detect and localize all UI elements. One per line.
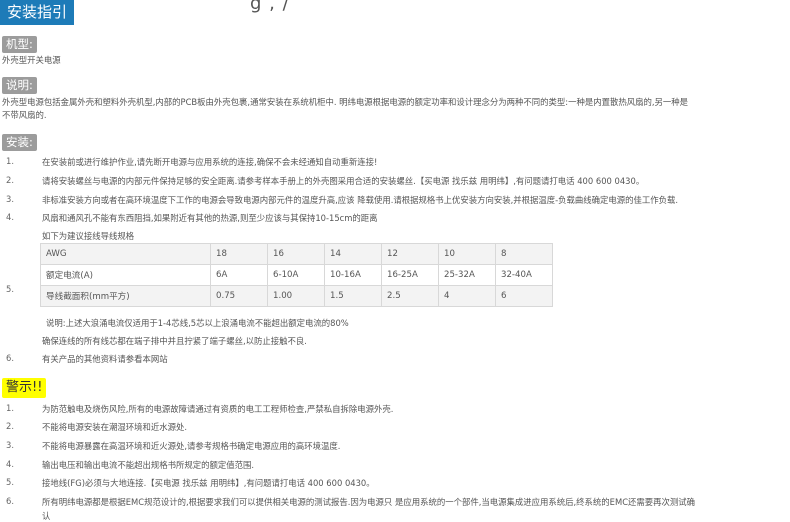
table-cell: 10-16A bbox=[324, 264, 382, 286]
warning-item-text: 输出电压和输出电流不能超出规格书所规定的额定值范围. bbox=[42, 460, 255, 470]
warning-item-text: 不能将电源暴露在高温环境和近火源处,请参考规格书确定电源应用的高环境温度. bbox=[42, 441, 341, 451]
table-cell: 14 bbox=[324, 243, 382, 265]
table-cell: 18 bbox=[210, 243, 268, 265]
table-cell: 8 bbox=[495, 243, 553, 265]
table-cell: 16 bbox=[267, 243, 325, 265]
install-item-text: 在安装前或进行维护作业,请先断开电源与应用系统的连接,确保不会未经通知自动重新连… bbox=[42, 157, 378, 167]
install-item-text: 风扇和通风孔不能有东西阻挡,如果附近有其他的热源,则至少应该与其保持10-15c… bbox=[42, 213, 378, 223]
install-item-text: 有关产品的其他资料请参看本网站 bbox=[42, 354, 168, 364]
clipped-heading-fragment: g , / bbox=[250, 0, 290, 14]
table-cell: 6A bbox=[210, 264, 268, 286]
install-item-number: 2. bbox=[6, 175, 14, 185]
table-cell: 10 bbox=[438, 243, 496, 265]
model-value: 外壳型开关电源 bbox=[2, 55, 61, 65]
warning-item-text: 所有明纬电源都是根据EMC规范设计的,根据要求我们可以提供相关电源的测试报告.因… bbox=[42, 497, 696, 507]
table-cell: 32-40A bbox=[495, 264, 553, 286]
install-item-number: 4. bbox=[6, 212, 14, 222]
warning-label: 警示!! bbox=[2, 378, 47, 398]
install-item-text: 非标准安装方向或者在高环境温度下工作的电源会导致电源内部元件的温度升高,应该 降… bbox=[42, 195, 679, 205]
table-cell: AWG bbox=[40, 243, 211, 265]
install-item-number: 6. bbox=[6, 353, 14, 363]
install-item-text: 请将安装螺丝与电源的内部元件保持足够的安全距离.请参考样本手册上的外壳图采用合适… bbox=[42, 176, 645, 186]
warning-item-number: 2. bbox=[6, 421, 14, 431]
warning-item-text: 不能将电源安装在潮湿环境和近水源处. bbox=[42, 422, 188, 432]
table-cell: 6 bbox=[495, 285, 553, 307]
description-line-1: 外壳型电源包括金属外壳和塑料外壳机型,内部的PCB板由外壳包裹,通常安装在系统机… bbox=[2, 97, 689, 107]
table-cell: 1.5 bbox=[324, 285, 382, 307]
table-cell: 2.5 bbox=[381, 285, 439, 307]
wire-terminal-confirm: 确保连线的所有线芯都在端子排中并且拧紧了端子螺丝,以防止接触不良. bbox=[42, 336, 307, 346]
warning-item-number: 1. bbox=[6, 403, 14, 413]
wire-spec-intro: 如下为建议接线导线规格 bbox=[42, 231, 135, 241]
install-item-number: 5. bbox=[6, 284, 14, 294]
table-cell: 1.00 bbox=[267, 285, 325, 307]
table-cell: 导线截面积(mm平方) bbox=[40, 285, 211, 307]
wire-spec-note: 说明:上述大浪涌电流仅适用于1-4芯线,5芯以上浪涌电流不能超出额定电流的80% bbox=[46, 318, 349, 328]
description-label: 说明: bbox=[2, 77, 37, 94]
warning-item-text-continued: 认 bbox=[42, 511, 51, 521]
page-title: 安装指引 bbox=[0, 0, 74, 25]
wire-spec-table: AWG 18 16 14 12 10 8 额定电流(A) 6A 6-10A 10… bbox=[40, 243, 553, 307]
table-row: 额定电流(A) 6A 6-10A 10-16A 16-25A 25-32A 32… bbox=[40, 264, 553, 286]
install-item-number: 1. bbox=[6, 156, 14, 166]
install-label: 安装: bbox=[2, 134, 37, 151]
description-line-2: 不带风扇的. bbox=[2, 110, 47, 120]
warning-item-number: 3. bbox=[6, 440, 14, 450]
table-cell: 12 bbox=[381, 243, 439, 265]
table-cell: 6-10A bbox=[267, 264, 325, 286]
table-cell: 0.75 bbox=[210, 285, 268, 307]
table-row: AWG 18 16 14 12 10 8 bbox=[40, 243, 553, 265]
warning-item-text: 接地线(FG)必须与大地连接.【买电源 找乐兹 用明纬】,有问题请打电话 400… bbox=[42, 478, 375, 488]
model-label: 机型: bbox=[2, 36, 37, 53]
table-row: 导线截面积(mm平方) 0.75 1.00 1.5 2.5 4 6 bbox=[40, 285, 553, 307]
table-cell: 额定电流(A) bbox=[40, 264, 211, 286]
table-cell: 25-32A bbox=[438, 264, 496, 286]
warning-item-number: 6. bbox=[6, 496, 14, 506]
table-cell: 16-25A bbox=[381, 264, 439, 286]
table-cell: 4 bbox=[438, 285, 496, 307]
warning-item-number: 5. bbox=[6, 477, 14, 487]
warning-item-text: 为防范触电及烧伤风险,所有的电源故障请通过有资质的电工工程师检查,严禁私自拆除电… bbox=[42, 404, 394, 414]
install-item-number: 3. bbox=[6, 194, 14, 204]
warning-item-number: 4. bbox=[6, 459, 14, 469]
